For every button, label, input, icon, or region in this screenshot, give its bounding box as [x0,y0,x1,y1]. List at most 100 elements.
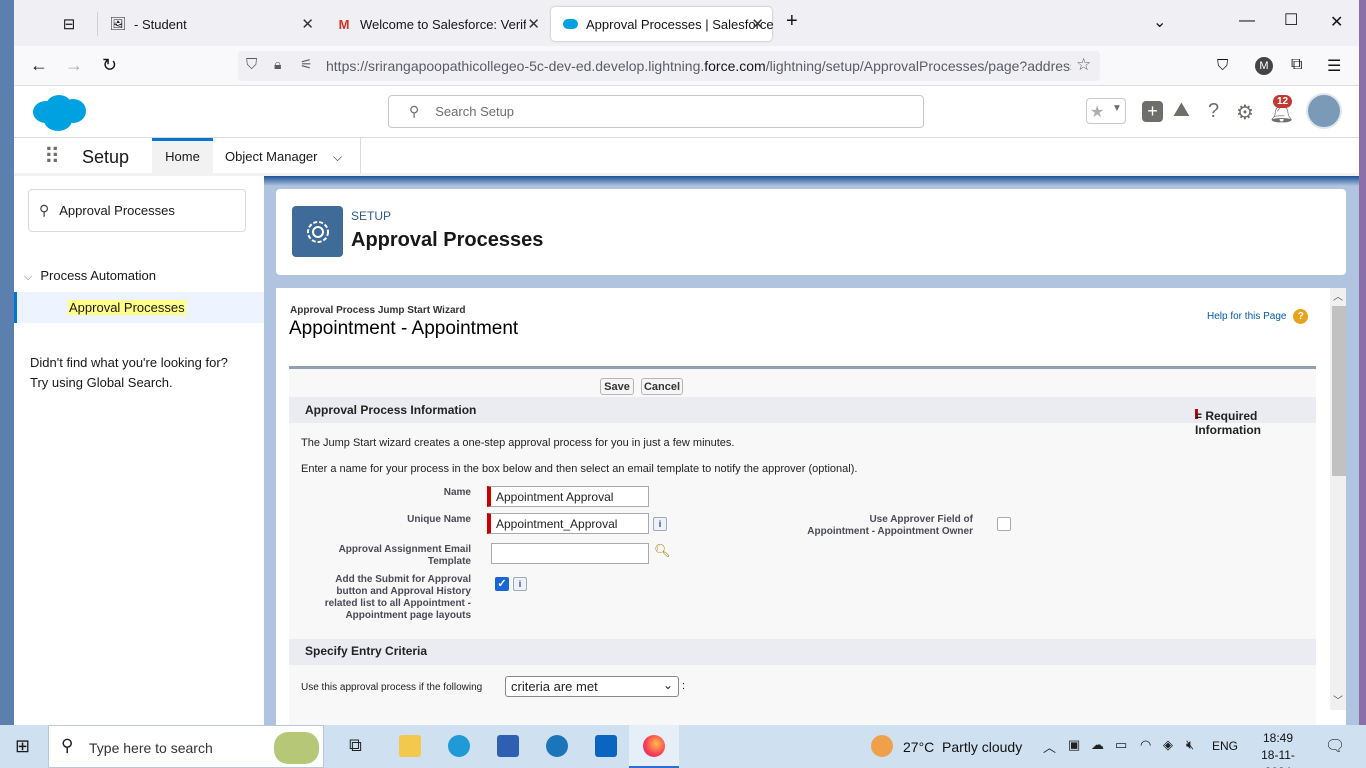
name-label: Name [443,487,471,498]
back-icon[interactable]: ← [30,55,48,76]
help-link[interactable]: Help for this Page ? [1207,309,1309,324]
forward-icon[interactable]: → [65,55,83,76]
navigation-bar: ← → ↻ ⛉ 🔒︎ ⚟ https://srirangapoopathicol… [14,46,1359,86]
list-tabs-chevron-icon[interactable]: ⌄ [1153,12,1166,32]
show-hidden-icons-icon[interactable]: ︿ [1043,737,1056,756]
battery-icon[interactable]: ▭ [1115,737,1127,753]
submit-label-line-3: related list to all Appointment - [324,598,471,609]
favorites-button[interactable]: ★ ▼ [1086,98,1126,124]
permissions-icon[interactable]: ⚟ [300,56,313,73]
add-icon[interactable]: + [1142,101,1163,122]
lookup-icon[interactable]: 🔍︎ [654,543,671,559]
close-icon[interactable]: ✕ [527,15,540,33]
criteria-select[interactable]: criteria are met ⌄ [505,676,679,697]
language-indicator[interactable]: ENG [1212,739,1238,753]
scroll-up-icon[interactable]: ︿ [1333,288,1343,303]
close-window-icon[interactable]: ✕ [1330,12,1343,32]
search-icon: ⚲ [409,103,420,119]
network-app-icon[interactable] [546,735,568,757]
app-launcher-icon[interactable]: ⠿ [44,144,60,170]
cancel-button[interactable]: Cancel [641,378,683,395]
reload-icon[interactable]: ↻ [102,55,117,76]
shield-icon[interactable]: ⛉ [246,56,257,73]
save-button[interactable]: Save [600,378,634,395]
global-search-hint: Didn't find what you're looking for? Try… [30,353,228,393]
intro-text-2: Enter a name for your process in the box… [301,463,858,475]
address-bar[interactable]: ⛉ 🔒︎ ⚟ https://srirangapoopathicollegeo-… [238,51,1100,81]
help-link-label: Help for this Page [1207,311,1287,322]
help-icon[interactable]: ? [1208,100,1219,123]
email-template-label: Approval Assignment Email Template [319,544,471,568]
wifi-icon[interactable]: ◠ [1140,737,1151,753]
gear-icon[interactable]: ⚙ [1236,100,1254,125]
browser-window: ⊟ 🖼 - Student ✕ M Welcome to Salesforce:… [14,0,1359,725]
criteria-suffix: : [682,680,686,692]
firefox-taskbar-button[interactable] [629,725,679,768]
maximize-icon[interactable]: ☐ [1284,10,1298,30]
tab-gmail[interactable]: M Welcome to Salesforce: Verify y ✕ [336,7,548,41]
setup-gear-icon [292,206,343,257]
clock[interactable]: 18:49 18-11-2024 [1248,730,1308,768]
content-scrollbar[interactable]: ︿ ﹀ [1330,288,1346,710]
submit-button-checkbox[interactable]: ✓ [495,577,509,591]
info-icon[interactable]: i [653,517,667,531]
edge-icon[interactable] [448,735,470,757]
tab-overview-icon[interactable]: ⊟ [58,7,80,41]
profile-avatar[interactable]: M [1255,57,1273,75]
name-field[interactable]: Appointment Approval [487,486,649,507]
sidebar-group-process-automation[interactable]: ⌵ Process Automation [24,268,156,284]
app-name: Setup [82,147,130,167]
tab-home[interactable]: Home [152,138,213,173]
bookmark-star-icon[interactable]: ☆ [1076,55,1091,75]
windows-start-icon[interactable]: ⊞ [15,736,30,757]
tab-student[interactable]: 🖼 - Student ✕ [110,7,322,41]
section-approval-info: Approval Process Information = Required … [289,397,1316,437]
salesforce-logo-icon[interactable] [30,92,88,132]
url-text[interactable]: https://srirangapoopathicollegeo-5c-dev-… [326,58,1071,74]
new-tab-icon[interactable]: + [786,10,798,33]
file-explorer-icon[interactable] [399,735,421,757]
onedrive-icon[interactable]: ☁ [1091,737,1104,753]
weather-text[interactable]: 27°C Partly cloudy [903,739,1022,755]
info-icon[interactable]: i [513,577,527,591]
taskbar-search-box[interactable]: ⚲ Type here to search [48,725,324,768]
tab-approval-processes[interactable]: Approval Processes | Salesforce ✕ [551,7,774,41]
search-setup-input[interactable]: ⚲ Search Setup [388,95,924,128]
tab-label: Approval Processes | Salesforce [586,16,774,32]
approver-field-checkbox[interactable] [997,517,1011,531]
tab-object-manager[interactable]: Object Manager ⌵ [213,138,361,173]
meet-now-icon[interactable]: ▣ [1068,737,1080,753]
email-label-line-2: Template [427,556,471,567]
extensions-icon[interactable]: ⧉ [1291,56,1302,74]
notification-center-icon[interactable]: 🗨︎ [1325,736,1345,756]
close-icon[interactable]: ✕ [751,15,764,33]
menu-icon[interactable]: ☰ [1327,56,1341,76]
outlook-icon[interactable] [595,735,617,757]
scrollbar-thumb[interactable] [1332,306,1346,476]
email-template-field[interactable] [491,543,649,564]
close-icon[interactable]: ✕ [301,15,314,33]
scroll-down-icon[interactable]: ﹀ [1333,692,1343,707]
minimize-icon[interactable]: — [1239,12,1255,30]
submit-label-line-2: button and Approval History [336,586,471,597]
clock-time: 18:49 [1262,731,1294,745]
device-icon[interactable]: ◈ [1163,737,1173,753]
criteria-selected-value: criteria are met [511,679,598,694]
task-view-icon[interactable]: ⧉ [349,735,362,756]
section-entry-criteria: Specify Entry Criteria [289,639,1316,665]
store-icon[interactable] [497,735,519,757]
search-highlight-image [274,732,319,764]
pocket-icon[interactable]: ⛉ [1217,57,1228,74]
unique-name-field[interactable]: Appointment_Approval [487,513,649,534]
chevron-down-icon[interactable]: ⌵ [333,138,342,176]
volume-muted-icon[interactable]: 🔇︎ [1186,737,1194,753]
chevron-down-icon: ⌵ [24,271,33,283]
user-avatar[interactable] [1306,93,1342,129]
weather-icon[interactable] [871,735,893,757]
page-header: SETUP Approval Processes [276,189,1346,275]
required-text: = Required Information [1195,409,1261,437]
trailhead-icon[interactable]: ⛰ [1173,99,1190,122]
lock-icon[interactable]: 🔒︎ [274,56,281,73]
quick-find-input[interactable]: ⚲ Approval Processes [28,189,246,232]
sidebar-item-approval-processes[interactable]: Approval Processes [14,292,264,323]
